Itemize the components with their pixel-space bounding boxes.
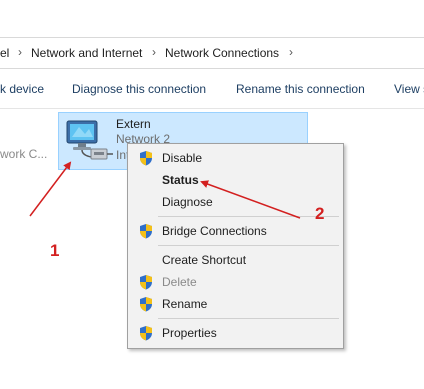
menu-item-rename[interactable]: Rename bbox=[130, 293, 341, 315]
menu-separator bbox=[158, 216, 339, 217]
address-bar[interactable]: el › Network and Internet › Network Conn… bbox=[0, 37, 424, 69]
menu-item-delete: Delete bbox=[130, 271, 341, 293]
disable-device-button[interactable]: k device bbox=[0, 82, 44, 96]
menu-label: Bridge Connections bbox=[162, 224, 267, 238]
window-top-strip bbox=[0, 0, 424, 36]
menu-item-create-shortcut[interactable]: Create Shortcut bbox=[130, 249, 341, 271]
menu-separator bbox=[158, 245, 339, 246]
breadcrumb-separator[interactable]: › bbox=[289, 45, 293, 59]
adapter-label-partial[interactable]: work C... bbox=[0, 147, 47, 161]
menu-label: Disable bbox=[162, 151, 203, 165]
menu-label: Delete bbox=[162, 275, 197, 289]
menu-item-bridge-connections[interactable]: Bridge Connections bbox=[130, 220, 341, 242]
shield-icon bbox=[140, 151, 152, 166]
shield-icon bbox=[140, 326, 152, 341]
annotation-number-1: 1 bbox=[50, 241, 60, 260]
breadcrumb-control-panel[interactable]: el bbox=[0, 46, 9, 60]
view-status-button[interactable]: View s bbox=[394, 82, 424, 96]
annotation-arrow-1 bbox=[29, 161, 72, 217]
menu-label: Diagnose bbox=[162, 195, 213, 209]
menu-item-disable[interactable]: Disable bbox=[130, 147, 341, 169]
menu-label: Properties bbox=[162, 326, 217, 340]
breadcrumb-separator[interactable]: › bbox=[152, 45, 156, 59]
shield-icon bbox=[140, 224, 152, 239]
rename-connection-button[interactable]: Rename this connection bbox=[236, 82, 365, 96]
breadcrumb-network-connections[interactable]: Network Connections bbox=[165, 46, 279, 60]
diagnose-connection-button[interactable]: Diagnose this connection bbox=[72, 82, 206, 96]
menu-label: Create Shortcut bbox=[162, 253, 247, 267]
menu-item-diagnose[interactable]: Diagnose bbox=[130, 191, 341, 213]
adapter-name: Extern bbox=[116, 117, 151, 131]
menu-separator bbox=[158, 318, 339, 319]
breadcrumb-separator[interactable]: › bbox=[18, 45, 22, 59]
annotation-number-2: 2 bbox=[315, 204, 325, 223]
shield-icon bbox=[140, 275, 152, 290]
network-connections-window: el › Network and Internet › Network Conn… bbox=[0, 0, 424, 389]
network-adapter-icon bbox=[66, 120, 113, 160]
menu-label: Status bbox=[162, 173, 199, 187]
menu-item-properties[interactable]: Properties bbox=[130, 322, 341, 344]
shield-icon bbox=[140, 297, 152, 312]
command-bar: k device Diagnose this connection Rename… bbox=[0, 72, 424, 109]
context-menu: Disable Status Diagnose Bridge Connectio… bbox=[127, 143, 344, 349]
breadcrumb-network-and-internet[interactable]: Network and Internet bbox=[31, 46, 142, 60]
menu-item-status[interactable]: Status bbox=[130, 169, 341, 191]
menu-label: Rename bbox=[162, 297, 208, 311]
